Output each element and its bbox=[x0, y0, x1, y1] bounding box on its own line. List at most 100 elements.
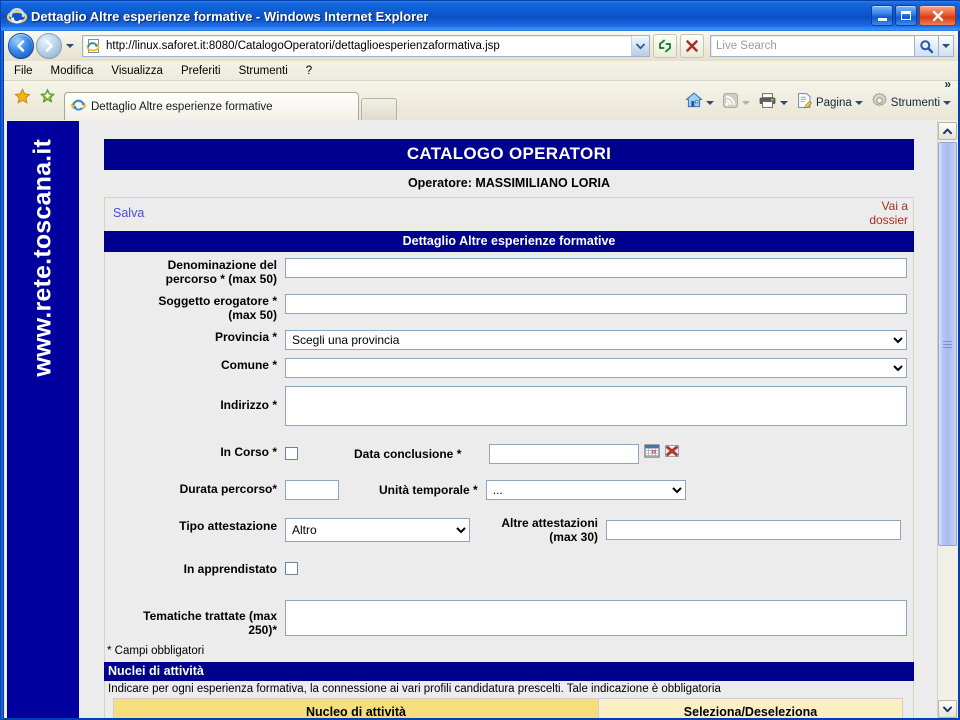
browser-tab[interactable]: Dettaglio Altre esperienze formative bbox=[64, 92, 359, 120]
unita-temporale-select[interactable]: ... bbox=[485, 480, 686, 500]
row-durata: Durata percorso* Unità temporale * ... bbox=[105, 480, 913, 500]
label-line-2: (max 30) bbox=[549, 530, 598, 544]
field-label-tipo-attestazione: Tipo attestazione bbox=[179, 519, 277, 533]
add-favorite-icon[interactable] bbox=[39, 88, 56, 110]
print-icon bbox=[758, 92, 777, 114]
field-label-tematiche: Tematiche trattate (max 250)* bbox=[105, 600, 285, 637]
in-corso-checkbox[interactable] bbox=[285, 447, 298, 460]
dossier-link-line1: Vai a bbox=[881, 199, 908, 213]
comune-select[interactable] bbox=[285, 358, 907, 378]
menu-file[interactable]: File bbox=[14, 65, 33, 77]
column-header-nucleo: Nucleo di attività bbox=[113, 698, 599, 718]
row-tipo-attestazione: Tipo attestazione Altro Altre attestazio… bbox=[105, 516, 913, 544]
tematiche-textarea[interactable] bbox=[285, 600, 907, 636]
menu-modifica[interactable]: Modifica bbox=[51, 65, 94, 77]
tab-title: Dettaglio Altre esperienze formative bbox=[91, 100, 273, 113]
browser-chrome: http://linux.saforet.it:8080/CatalogoOpe… bbox=[3, 31, 959, 121]
tipo-attestazione-select[interactable]: Altro bbox=[285, 518, 470, 542]
clear-date-icon[interactable] bbox=[664, 443, 680, 464]
search-provider-dropdown[interactable] bbox=[939, 35, 954, 57]
field-label-comune: Comune * bbox=[220, 358, 277, 372]
refresh-button[interactable] bbox=[653, 34, 677, 58]
address-bar-row: http://linux.saforet.it:8080/CatalogoOpe… bbox=[4, 31, 958, 61]
tools-dropdown-icon[interactable] bbox=[943, 100, 951, 105]
ie-logo-icon bbox=[6, 6, 28, 26]
browser-window: Dettaglio Altre esperienze formative - W… bbox=[0, 0, 960, 720]
menu-help[interactable]: ? bbox=[306, 65, 312, 77]
stop-button[interactable] bbox=[680, 34, 704, 58]
maximize-button[interactable] bbox=[895, 5, 917, 26]
home-button[interactable] bbox=[682, 89, 717, 116]
history-dropdown-button[interactable] bbox=[62, 33, 78, 59]
label-line-1: Soggetto erogatore * bbox=[158, 294, 277, 308]
field-label-indirizzo: Indirizzo * bbox=[220, 398, 277, 412]
altre-attestazioni-input[interactable] bbox=[606, 520, 901, 540]
denominazione-input[interactable] bbox=[285, 258, 907, 278]
scroll-down-button[interactable] bbox=[938, 700, 957, 718]
calendar-icon[interactable] bbox=[644, 443, 660, 464]
field-label-altre-attestazioni: Altre attestazioni (max 30) bbox=[484, 516, 598, 544]
section-header: Dettaglio Altre esperienze formative bbox=[104, 231, 914, 252]
go-to-dossier-link[interactable]: Vai a dossier bbox=[869, 199, 908, 227]
field-soggetto-erogatore: Soggetto erogatore * (max 50) bbox=[105, 294, 913, 322]
toolbar-overflow-button[interactable]: » bbox=[944, 77, 951, 91]
scroll-up-button[interactable] bbox=[938, 122, 957, 140]
page-dropdown-icon[interactable] bbox=[854, 100, 863, 105]
print-button[interactable] bbox=[755, 90, 791, 116]
field-comune: Comune * bbox=[105, 358, 913, 378]
field-label-denominazione: Denominazione del percorso * (max 50) bbox=[105, 258, 285, 286]
data-conclusione-input[interactable] bbox=[489, 443, 640, 464]
durata-input[interactable] bbox=[285, 480, 339, 500]
indirizzo-textarea[interactable] bbox=[285, 386, 907, 426]
forward-button[interactable] bbox=[36, 33, 62, 59]
address-dropdown-button[interactable] bbox=[631, 36, 649, 56]
minimize-button[interactable] bbox=[871, 5, 893, 26]
field-label-soggetto: Soggetto erogatore * (max 50) bbox=[105, 294, 285, 322]
save-link[interactable]: Salva bbox=[113, 206, 144, 220]
page-vertical-scrollbar[interactable] bbox=[937, 121, 957, 718]
back-button[interactable] bbox=[8, 33, 34, 59]
action-link-bar: Salva Vai a dossier bbox=[104, 197, 914, 231]
feeds-dropdown-icon[interactable] bbox=[741, 100, 750, 105]
field-label-durata: Durata percorso* bbox=[179, 482, 277, 496]
menu-preferiti[interactable]: Preferiti bbox=[181, 65, 221, 77]
feeds-button[interactable] bbox=[719, 90, 753, 116]
field-label-provincia: Provincia * bbox=[214, 330, 277, 344]
label-line-1: Tematiche trattate (max bbox=[143, 609, 277, 623]
gear-icon bbox=[871, 92, 888, 114]
label-line-1: Denominazione del bbox=[167, 258, 277, 272]
row-tematiche: Tematiche trattate (max 250)* bbox=[105, 600, 913, 641]
page-viewport: www.rete.toscana.it CATALOGO OPERATORI O… bbox=[3, 121, 959, 719]
command-toolbar: Pagina Strumenti » bbox=[682, 77, 954, 116]
window-title: Dettaglio Altre esperienze formative - W… bbox=[31, 8, 429, 24]
favorites-star-icon[interactable] bbox=[14, 87, 31, 110]
page-menu-button[interactable]: Pagina bbox=[793, 90, 866, 116]
label-line-1: Altre attestazioni bbox=[501, 516, 598, 530]
apprendistato-checkbox[interactable] bbox=[285, 562, 298, 576]
nuclei-section-header: Nuclei di attività bbox=[104, 662, 914, 681]
tab-bar: Dettaglio Altre esperienze formative Pag… bbox=[4, 77, 958, 120]
print-dropdown-icon[interactable] bbox=[779, 100, 788, 105]
row-in-corso: In Corso * Data conclusione * bbox=[105, 443, 913, 464]
row-apprendistato: In apprendistato bbox=[105, 560, 913, 578]
new-tab-button[interactable] bbox=[361, 98, 397, 120]
provincia-select[interactable]: Scegli una provincia bbox=[285, 330, 907, 350]
feed-icon bbox=[722, 92, 739, 114]
operator-label: Operatore: MASSIMILIANO LORIA bbox=[407, 176, 611, 190]
menu-strumenti[interactable]: Strumenti bbox=[239, 65, 288, 77]
search-button[interactable] bbox=[915, 35, 939, 57]
column-header-seleziona: Seleziona/Deseleziona bbox=[598, 698, 903, 718]
field-label-apprendistato: In apprendistato bbox=[183, 562, 277, 576]
menu-bar: File Modifica Visualizza Preferiti Strum… bbox=[4, 61, 958, 81]
search-input[interactable]: Live Search bbox=[710, 35, 915, 57]
tools-menu-button[interactable]: Strumenti bbox=[868, 90, 954, 116]
menu-visualizza[interactable]: Visualizza bbox=[111, 65, 163, 77]
home-dropdown-icon[interactable] bbox=[705, 100, 714, 105]
page-icon bbox=[796, 92, 813, 114]
soggetto-erogatore-input[interactable] bbox=[285, 294, 907, 314]
label-line-2: (max 50) bbox=[228, 308, 277, 322]
address-bar[interactable]: http://linux.saforet.it:8080/CatalogoOpe… bbox=[82, 35, 650, 57]
field-label-data-conclusione: Data conclusione * bbox=[354, 446, 462, 461]
scrollbar-thumb[interactable] bbox=[938, 142, 957, 546]
close-button[interactable] bbox=[919, 5, 956, 26]
